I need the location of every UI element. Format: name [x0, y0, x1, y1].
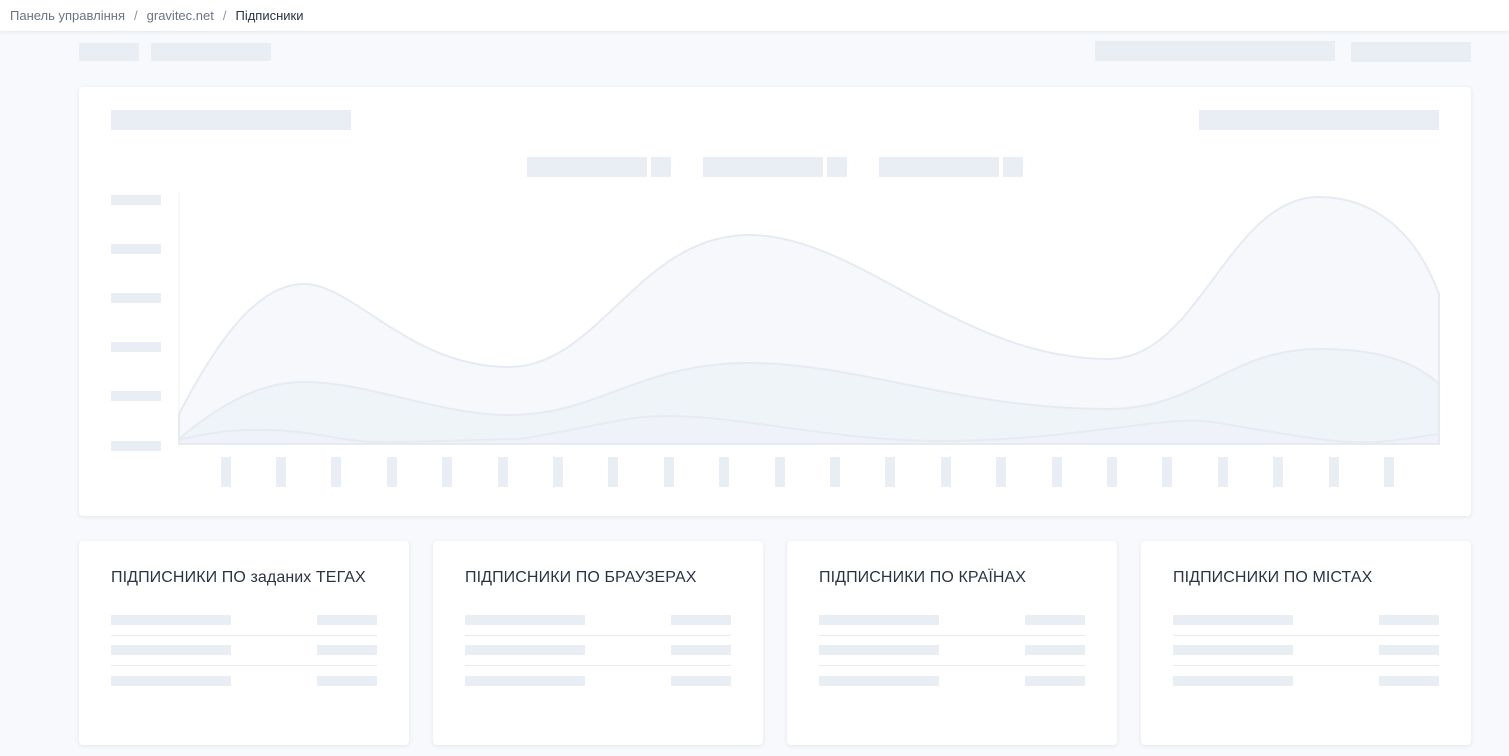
skeleton-row-value [1025, 676, 1085, 686]
skeleton-row-value [1379, 615, 1439, 625]
skeleton-row-label [819, 645, 939, 655]
subscribers-chart-card [79, 87, 1471, 516]
skeleton-row-value [1379, 676, 1439, 686]
skeleton-row-value [671, 645, 731, 655]
skeleton-x-tick [608, 457, 618, 487]
skeleton-x-tick [830, 457, 840, 487]
skeleton-row-label [1173, 615, 1293, 625]
skeleton-x-tick [1329, 457, 1339, 487]
breadcrumb-separator: / [222, 8, 227, 23]
row-divider [111, 635, 377, 636]
skeleton-x-tick [221, 457, 231, 487]
skeleton-row-label [111, 676, 231, 686]
skeleton-row-value [1025, 615, 1085, 625]
skeleton-row-label [1173, 676, 1293, 686]
card-title: ПІДПИСНИКИ ПО МІСТАХ [1173, 569, 1373, 586]
skeleton-row-value [1379, 645, 1439, 655]
breadcrumb-bar: Панель управління / gravitec.net / Підпи… [0, 0, 1509, 31]
subscribers-by-countries-card: ПІДПИСНИКИ ПО КРАЇНАХ [787, 541, 1117, 745]
skeleton-row-value [317, 645, 377, 655]
skeleton-area-chart [178, 193, 1440, 445]
skeleton-x-tick [775, 457, 785, 487]
subscribers-by-browsers-card: ПІДПИСНИКИ ПО БРАУЗЕРАХ [433, 541, 763, 745]
row-divider [1173, 665, 1439, 666]
skeleton-row-label [465, 676, 585, 686]
skeleton-row-label [819, 676, 939, 686]
row-divider [819, 665, 1085, 666]
row-divider [465, 635, 731, 636]
skeleton-row-value [317, 615, 377, 625]
skeleton-page-subtitle [151, 43, 271, 61]
skeleton-row-label [1173, 645, 1293, 655]
row-divider [1173, 635, 1439, 636]
skeleton-x-tick [1162, 457, 1172, 487]
card-title: ПІДПИСНИКИ ПО заданих ТЕГАХ [111, 569, 366, 586]
skeleton-row-label [465, 615, 585, 625]
skeleton-x-tick [1052, 457, 1062, 487]
skeleton-row-label [111, 615, 231, 625]
skeleton-row-value [317, 676, 377, 686]
skeleton-x-tick [996, 457, 1006, 487]
skeleton-row-value [671, 615, 731, 625]
skeleton-row-label [111, 645, 231, 655]
subscribers-by-tags-card: ПІДПИСНИКИ ПО заданих ТЕГАХ [79, 541, 409, 745]
skeleton-date-range-picker [1095, 41, 1335, 61]
skeleton-x-tick [498, 457, 508, 487]
skeleton-row-value [1025, 645, 1085, 655]
skeleton-x-tick [387, 457, 397, 487]
skeleton-x-tick [331, 457, 341, 487]
skeleton-x-tick [1107, 457, 1117, 487]
breadcrumb-current-page: Підписники [235, 8, 304, 23]
skeleton-x-tick [553, 457, 563, 487]
row-divider [819, 635, 1085, 636]
skeleton-x-tick [664, 457, 674, 487]
skeleton-x-tick [1218, 457, 1228, 487]
skeleton-x-tick [941, 457, 951, 487]
skeleton-row-label [819, 615, 939, 625]
card-title: ПІДПИСНИКИ ПО БРАУЗЕРАХ [465, 569, 697, 586]
skeleton-page-title [79, 43, 139, 61]
skeleton-x-tick [719, 457, 729, 487]
row-divider [465, 665, 731, 666]
subscribers-by-cities-card: ПІДПИСНИКИ ПО МІСТАХ [1141, 541, 1471, 745]
skeleton-x-tick [885, 457, 895, 487]
card-title: ПІДПИСНИКИ ПО КРАЇНАХ [819, 569, 1027, 586]
breadcrumb-dashboard-link[interactable]: Панель управління [10, 8, 125, 23]
skeleton-x-tick [442, 457, 452, 487]
skeleton-x-tick [1384, 457, 1394, 487]
skeleton-x-tick [1273, 457, 1283, 487]
skeleton-export-button [1351, 42, 1471, 62]
breadcrumb-separator: / [134, 8, 138, 23]
skeleton-row-label [465, 645, 585, 655]
skeleton-row-value [671, 676, 731, 686]
breadcrumb-site-link[interactable]: gravitec.net [147, 8, 214, 23]
row-divider [111, 665, 377, 666]
skeleton-x-tick [276, 457, 286, 487]
